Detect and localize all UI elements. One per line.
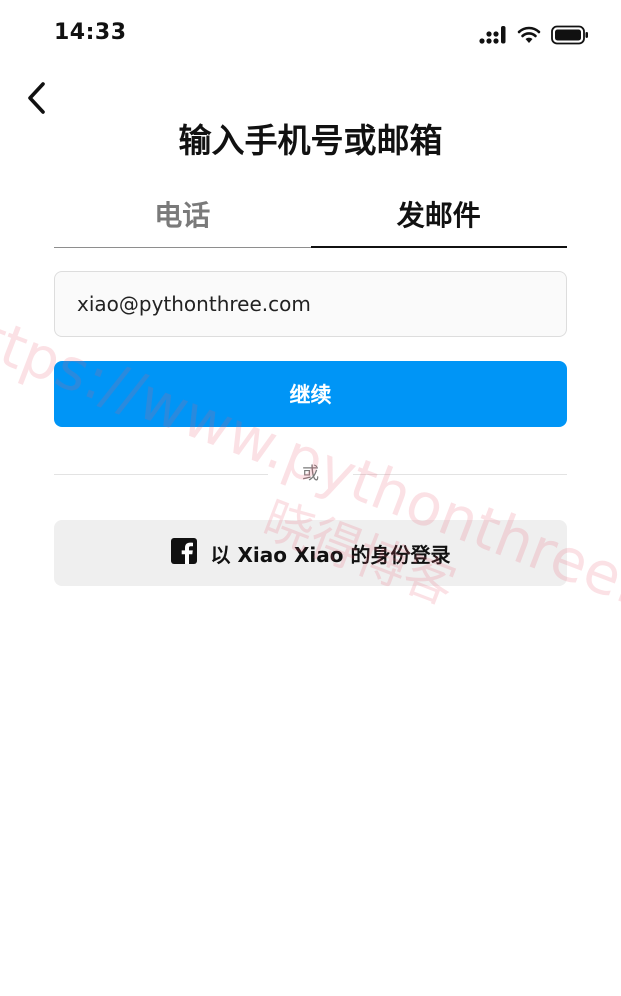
or-divider: 或 bbox=[54, 462, 567, 486]
contact-method-tabs: 电话 发邮件 bbox=[54, 190, 567, 248]
divider-line-right bbox=[353, 474, 567, 475]
cellular-signal-icon bbox=[479, 25, 507, 45]
facebook-login-label: 以 Xiao Xiao 的身份登录 bbox=[210, 542, 451, 567]
continue-button[interactable]: 继续 bbox=[54, 361, 567, 427]
email-field[interactable] bbox=[54, 271, 567, 337]
status-icons bbox=[479, 22, 589, 48]
status-time: 14:33 bbox=[54, 20, 127, 45]
facebook-icon bbox=[170, 538, 197, 568]
battery-icon bbox=[551, 25, 589, 45]
tab-email[interactable]: 发邮件 bbox=[310, 190, 568, 248]
page-title: 输入手机号或邮箱 bbox=[178, 121, 443, 160]
facebook-login-button[interactable]: 以 Xiao Xiao 的身份登录 bbox=[54, 520, 567, 586]
wifi-icon bbox=[517, 26, 541, 44]
status-bar: 14:33 bbox=[0, 0, 621, 70]
tab-phone[interactable]: 电话 bbox=[54, 190, 311, 248]
